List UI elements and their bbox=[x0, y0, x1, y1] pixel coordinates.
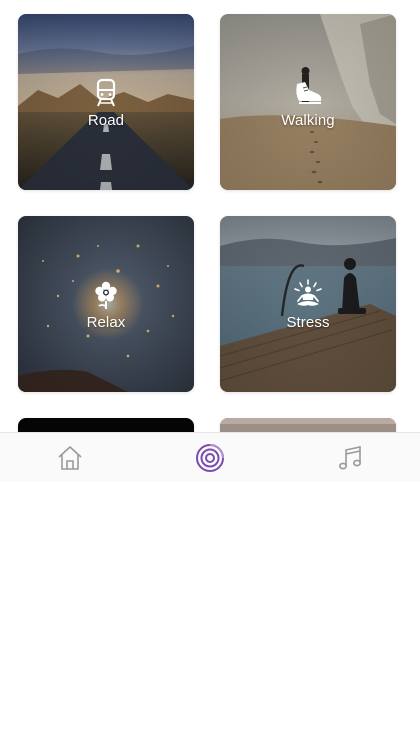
tile-label-relax: Relax bbox=[86, 314, 126, 331]
tile-label-stress: Stress bbox=[286, 314, 330, 331]
tile-label-road: Road bbox=[87, 112, 125, 129]
tile-stress[interactable]: Stress bbox=[220, 216, 396, 392]
nav-sounds-button[interactable] bbox=[182, 436, 238, 480]
tile-label-walking: Walking bbox=[281, 112, 335, 129]
home-icon bbox=[55, 443, 85, 473]
nav-home-button[interactable] bbox=[42, 436, 98, 480]
shoe-icon bbox=[291, 76, 325, 110]
music-note-icon bbox=[335, 443, 365, 473]
tile-road[interactable]: Road bbox=[18, 14, 194, 190]
tile-partial-dark[interactable] bbox=[18, 418, 194, 432]
target-icon bbox=[194, 442, 226, 474]
app-screen: Road Walking Relax Stress bbox=[0, 0, 420, 750]
sound-category-grid[interactable]: Road Walking Relax Stress bbox=[0, 0, 420, 432]
meditation-icon bbox=[291, 278, 325, 312]
tile-walking[interactable]: Walking bbox=[220, 14, 396, 190]
bottom-navigation bbox=[0, 432, 420, 482]
tile-partial-light[interactable] bbox=[220, 418, 396, 432]
nav-music-button[interactable] bbox=[322, 436, 378, 480]
train-icon bbox=[89, 76, 123, 110]
flower-icon bbox=[89, 278, 123, 312]
tile-relax[interactable]: Relax bbox=[18, 216, 194, 392]
